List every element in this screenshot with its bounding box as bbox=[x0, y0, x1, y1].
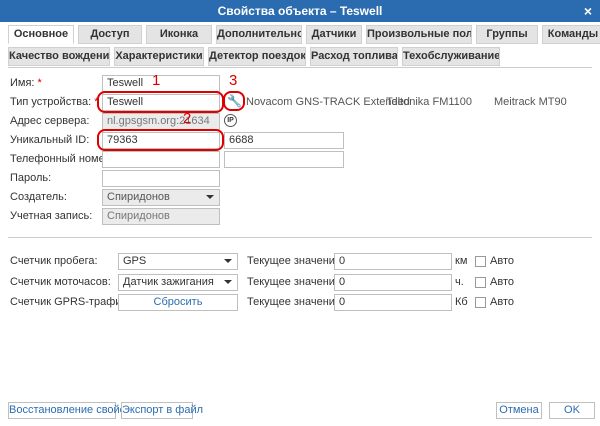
hours-source-value: Датчик зажигания bbox=[123, 276, 214, 288]
phone-extra-field[interactable] bbox=[224, 151, 344, 168]
section-divider bbox=[8, 237, 592, 238]
name-field[interactable]: Teswell bbox=[102, 75, 220, 92]
tabs-divider bbox=[8, 67, 592, 68]
hours-value-field[interactable]: 0 bbox=[334, 274, 452, 291]
tab-basic[interactable]: Основное bbox=[8, 25, 74, 44]
chevron-down-icon bbox=[206, 195, 214, 199]
hours-auto-label: Авто bbox=[490, 276, 514, 288]
tab-groups[interactable]: Группы bbox=[476, 25, 538, 44]
chevron-down-icon bbox=[224, 280, 232, 284]
creator-label: Создатель: bbox=[10, 191, 67, 203]
tab-trip-detector[interactable]: Детектор поездок bbox=[208, 47, 306, 66]
window-title: Свойства объекта – Teswell bbox=[217, 4, 383, 18]
device-suggestion-teltonika[interactable]: Teltonika FM1100 bbox=[386, 96, 472, 108]
unique-id-label: Уникальный ID: bbox=[10, 134, 90, 146]
account-label: Учетная запись: bbox=[10, 210, 93, 222]
annotation-number-3: 3 bbox=[229, 72, 238, 89]
gprs-auto-checkbox[interactable] bbox=[475, 297, 486, 308]
annotation-box-device-type bbox=[97, 91, 224, 113]
tab-custom-fields[interactable]: Произвольные поля bbox=[366, 25, 472, 44]
creator-value: Спиридонов bbox=[107, 191, 170, 203]
device-suggestion-meitrack[interactable]: Meitrack MT90 bbox=[494, 96, 567, 108]
ip-icon[interactable]: IP bbox=[224, 114, 237, 127]
annotation-number-2: 2 bbox=[183, 110, 192, 127]
gprs-auto-label: Авто bbox=[490, 296, 514, 308]
hours-current-label: Текущее значение: bbox=[247, 276, 345, 288]
export-file-button[interactable]: Экспорт в файл bbox=[121, 402, 203, 419]
mileage-auto-label: Авто bbox=[490, 255, 514, 267]
phone-field[interactable] bbox=[102, 151, 220, 168]
tab-fuel-consumption[interactable]: Расход топлива bbox=[310, 47, 398, 66]
tab-maintenance[interactable]: Техобслуживание bbox=[402, 47, 500, 66]
restore-properties-button[interactable]: Восстановление свойств bbox=[8, 402, 136, 419]
tab-driving-quality[interactable]: Качество вождения bbox=[8, 47, 110, 66]
hours-source-select[interactable]: Датчик зажигания bbox=[118, 274, 238, 291]
tab-additional[interactable]: Дополнительно bbox=[216, 25, 302, 44]
tab-sensors[interactable]: Датчики bbox=[306, 25, 362, 44]
account-field: Спиридонов bbox=[102, 208, 220, 225]
mileage-source-value: GPS bbox=[123, 255, 147, 267]
gprs-reset-button[interactable]: Сбросить bbox=[118, 294, 238, 311]
tab-commands[interactable]: Команды bbox=[542, 25, 600, 44]
annotation-number-1: 1 bbox=[152, 72, 161, 89]
mileage-auto-checkbox[interactable] bbox=[475, 256, 486, 267]
gprs-label: Счетчик GPRS-трафика: bbox=[10, 296, 136, 308]
tab-row-2: Качество вождения Характеристики Детекто… bbox=[8, 47, 504, 67]
mileage-label: Счетчик пробега: bbox=[10, 255, 98, 267]
annotation-box-unique-id bbox=[97, 129, 224, 151]
hours-unit: ч. bbox=[455, 276, 464, 288]
annotation-box-wrench bbox=[223, 91, 245, 111]
server-label: Адрес сервера: bbox=[10, 115, 90, 127]
gprs-current-label: Текущее значение: bbox=[247, 296, 345, 308]
tab-icon[interactable]: Иконка bbox=[146, 25, 212, 44]
phone-label: Телефонный номер: bbox=[10, 153, 114, 165]
chevron-down-icon bbox=[224, 259, 232, 263]
password-field[interactable] bbox=[102, 170, 220, 187]
mileage-source-select[interactable]: GPS bbox=[118, 253, 238, 270]
gprs-unit: Кб bbox=[455, 296, 468, 308]
cancel-button[interactable]: Отмена bbox=[496, 402, 542, 419]
ok-button[interactable]: OK bbox=[549, 402, 595, 419]
mileage-value-field[interactable]: 0 bbox=[334, 253, 452, 270]
mileage-unit: км bbox=[455, 255, 468, 267]
server-field: nl.gpsgsm.org:21634 bbox=[102, 113, 220, 130]
name-label: Имя: * bbox=[10, 77, 42, 89]
mileage-current-label: Текущее значение: bbox=[247, 255, 345, 267]
tab-access[interactable]: Доступ bbox=[78, 25, 142, 44]
tab-characteristics[interactable]: Характеристики bbox=[114, 47, 204, 66]
gprs-value-field[interactable]: 0 bbox=[334, 294, 452, 311]
unique-id-extra-field[interactable]: 6688 bbox=[224, 132, 344, 149]
hours-auto-checkbox[interactable] bbox=[475, 277, 486, 288]
close-icon[interactable]: × bbox=[584, 0, 592, 22]
device-type-label: Тип устройства: * bbox=[10, 96, 99, 108]
password-label: Пароль: bbox=[10, 172, 52, 184]
tab-row-1: Основное Доступ Иконка Дополнительно Дат… bbox=[8, 25, 600, 45]
window-titlebar: Свойства объекта – Teswell × bbox=[0, 0, 600, 22]
hours-label: Счетчик моточасов: bbox=[10, 276, 111, 288]
creator-select[interactable]: Спиридонов bbox=[102, 189, 220, 206]
tabs-area: Основное Доступ Иконка Дополнительно Дат… bbox=[0, 22, 600, 68]
